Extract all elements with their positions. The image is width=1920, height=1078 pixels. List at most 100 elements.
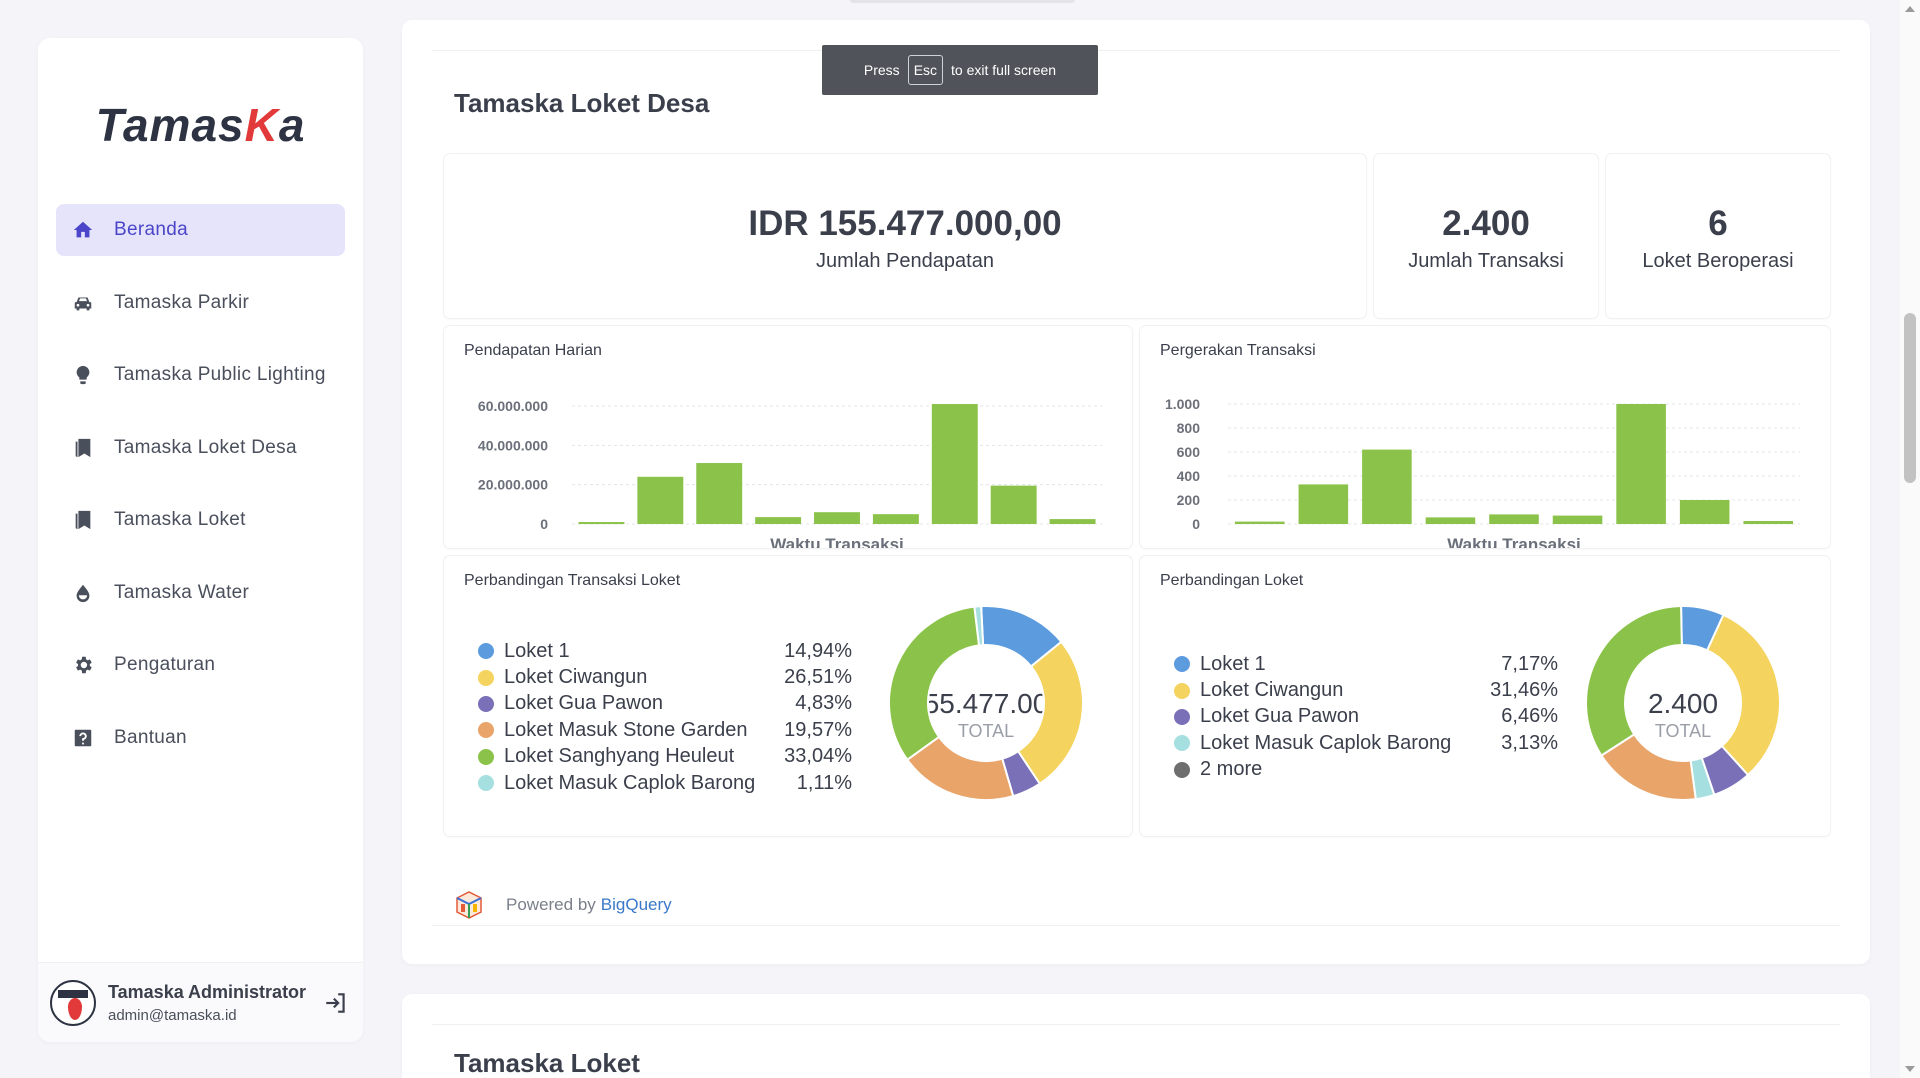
y-tick-label: 40.000.000 (478, 437, 548, 453)
kpi-revenue: IDR 155.477.000,00 Jumlah Pendapatan (444, 154, 1366, 318)
donut-total-value: 155.477.000 (908, 688, 1064, 719)
sidebar-item-label: Tamaska Water (114, 581, 250, 603)
sidebar-item-label: Tamaska Parkir (114, 291, 250, 313)
chart-daily-revenue: Pendapatan Harian 0 20.000.000 40.000.000 6… (444, 326, 1132, 548)
kpi-label: Loket Beroperasi (1642, 250, 1794, 272)
user-profile: Tamaska Administrator admin@tamaska.id (38, 962, 363, 1042)
logout-button[interactable] (321, 988, 351, 1018)
fullscreen-toast: Press Esc to exit full screen (822, 45, 1098, 95)
sidebar-item-label: Bantuan (114, 726, 187, 748)
toast-message: to exit full screen (951, 62, 1057, 78)
sidebar-item-label: Tamaska Loket (114, 509, 246, 530)
bookmark-icon (70, 435, 96, 461)
scroll-up-icon[interactable] (1905, 6, 1915, 12)
y-tick-label: 1.000 (1165, 396, 1200, 412)
sidebar-item-tamaska-loket[interactable]: Tamaska Loket (56, 494, 345, 546)
bar (990, 485, 1037, 524)
kpi-value: IDR 155.477.000,00 (748, 204, 1062, 243)
sidebar-item-label: Tamaska Public Lighting (114, 364, 326, 385)
bar (1743, 521, 1794, 524)
y-tick-label: 800 (1177, 420, 1201, 436)
sidebar-item-tamaska-parkir[interactable]: Tamaska Parkir (56, 277, 345, 329)
sidebar-item-label: Pengaturan (114, 654, 216, 675)
bar (1049, 519, 1096, 524)
avatar[interactable] (50, 979, 96, 1026)
sidebar-item-beranda[interactable]: Beranda (56, 204, 345, 256)
chart-counter-comparison: Perbandingan Loket Loket 1 7,17% Loket Ciw… (1140, 556, 1830, 836)
x-axis-label: Waktu Transaksi (770, 535, 904, 548)
kpi-label: Jumlah Transaksi (1408, 250, 1564, 272)
y-tick-label: 0 (540, 516, 548, 532)
y-tick-label: 200 (1177, 492, 1201, 508)
bar (755, 517, 802, 524)
kpi-transactions: 2.400 Jumlah Transaksi (1374, 154, 1598, 318)
page-title: Tamaska Loket Desa (454, 88, 710, 118)
section-title: Tamaska Loket (454, 1048, 640, 1078)
chart-transaction-movement: Pergerakan Transaksi 0 200 400 600 800 1.000 W… (1140, 326, 1830, 548)
y-tick-label: 60.000.000 (478, 398, 548, 414)
y-tick-label: 20.000.000 (478, 477, 548, 493)
sidebar-item-tamaska-loket-desa[interactable]: Tamaska Loket Desa (56, 422, 345, 474)
bar (814, 512, 860, 524)
bar (1679, 500, 1730, 524)
scroll-down-icon[interactable] (1905, 1066, 1915, 1072)
esc-key: Esc (907, 55, 944, 85)
y-tick-label: 400 (1177, 468, 1201, 484)
sidebar-item-label: Beranda (114, 219, 188, 240)
powered-by-label: Powered by (506, 895, 596, 914)
kpi-label: Jumlah Pendapatan (816, 250, 994, 272)
y-tick-label: 0 (1192, 516, 1200, 532)
bar (578, 522, 625, 525)
sidebar-item-tamaska-public-lighting[interactable]: Tamaska Public Lighting (56, 349, 345, 401)
powered-by: Powered by BigQuery (454, 890, 672, 920)
bar (1425, 517, 1476, 524)
scrollbar[interactable] (1900, 0, 1920, 1078)
kpi-value: 2.400 (1442, 204, 1530, 243)
bar-chart: 0 200 400 600 800 1.000 Waktu Transaksi (1165, 396, 1800, 548)
bookmark-icon (70, 507, 96, 533)
lightbulb-icon (70, 362, 96, 388)
donut-total-label: TOTAL (1655, 721, 1711, 741)
logout-icon (326, 992, 345, 1013)
user-email: admin@tamaska.id (108, 1006, 237, 1024)
loket-card: Tamaska Loket (402, 994, 1870, 1078)
donut-total-label: TOTAL (958, 721, 1014, 741)
bar (1234, 521, 1285, 524)
scrollbar-thumb[interactable] (1904, 313, 1916, 483)
sidebar-item-bantuan[interactable]: Bantuan (56, 712, 345, 764)
x-axis-label: Waktu Transaksi (1447, 535, 1581, 548)
sidebar-item-pengaturan[interactable]: Pengaturan (56, 639, 345, 691)
user-name: Tamaska Administrator (108, 981, 307, 1002)
bigquery-logo-icon (456, 891, 482, 919)
water-drop-icon (70, 580, 96, 606)
donut-total-value: 2.400 (1648, 688, 1718, 719)
bar (637, 476, 684, 524)
tamaska-logo[interactable]: TamasKa (38, 98, 363, 152)
sidebar-item-label: Tamaska Loket Desa (114, 436, 297, 458)
help-icon (70, 725, 96, 751)
bigquery-link[interactable]: BigQuery (601, 895, 672, 915)
y-tick-label: 600 (1177, 444, 1201, 460)
top-bar-sliver (850, 0, 1075, 3)
bar (872, 514, 919, 524)
bar (1298, 484, 1349, 524)
chart-counter-transaction-comparison: Perbandingan Transaksi Loket Loket 1 14,9… (444, 556, 1132, 836)
car-icon (70, 290, 96, 316)
bar (931, 404, 978, 524)
report-card: Tamaska Loket Desa IDR 155.477.000,00 Ju… (402, 20, 1870, 964)
bar (696, 463, 743, 524)
bar-chart: 0 20.000.000 40.000.000 60.000.000 Waktu Tra… (478, 398, 1102, 548)
toast-press: Press (863, 62, 900, 78)
donut-chart: 155.477.000TOTAL (888, 605, 1084, 801)
sidebar: TamasKa Beranda Tamaska Parkir Tamaska P… (38, 38, 363, 1042)
kpi-active-counters: 6 Loket Beroperasi (1606, 154, 1830, 318)
sidebar-nav: Beranda Tamaska Parkir Tamaska Public Li… (56, 204, 345, 784)
donut-chart: 2.400TOTAL (1585, 604, 1781, 801)
donut-center: 2.400TOTAL (1648, 688, 1718, 741)
bar (1362, 449, 1412, 524)
bar (1489, 514, 1539, 524)
sidebar-item-tamaska-water[interactable]: Tamaska Water (56, 567, 345, 619)
kpi-value: 6 (1708, 204, 1728, 243)
bar (1552, 515, 1603, 524)
gear-icon (70, 652, 96, 678)
